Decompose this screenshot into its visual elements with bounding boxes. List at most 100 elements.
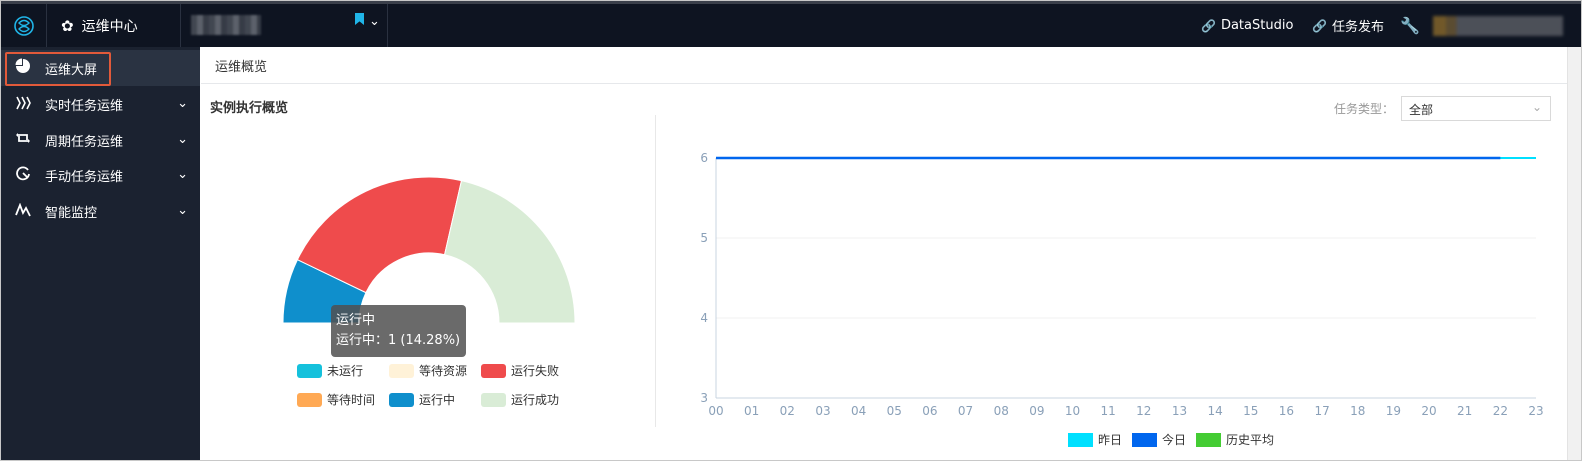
legend-item[interactable]: 未运行 — [297, 362, 363, 379]
logo-icon — [13, 15, 34, 36]
tooltip-title: 运行中 — [336, 313, 376, 328]
stream-icon — [1, 95, 45, 114]
wrench-icon[interactable]: 🔧 — [1400, 16, 1420, 35]
legend-item[interactable]: 等待资源 — [389, 362, 467, 379]
legend-swatch — [1132, 432, 1157, 447]
sidebar-item-smart-monitor[interactable]: 智能监控 ⌄ — [1, 193, 200, 229]
task-publish-link-label: 任务发布 — [1331, 20, 1384, 35]
annotation-highlight — [5, 52, 111, 86]
legend-swatch — [389, 363, 414, 378]
legend-item[interactable]: 运行中 — [389, 391, 455, 408]
legend-label: 运行中 — [419, 393, 456, 407]
panel-divider — [655, 115, 656, 427]
legend-label: 等待时间 — [327, 393, 376, 407]
x-tick-label: 10 — [1065, 404, 1080, 418]
manual-icon — [1, 165, 45, 185]
user-account-redacted[interactable] — [1433, 16, 1563, 36]
x-tick-label: 05 — [887, 404, 902, 418]
hourly-instance-line-chart: 3 4 5 6 00 01 02 03 04 05 06 07 08 09 10 11 12 13 14 15 16 17… — [700, 151, 1543, 418]
sidebar-item-realtime-ops[interactable]: 实时任务运维 ⌄ — [1, 86, 200, 122]
legend-swatch — [481, 392, 506, 407]
legend-swatch — [297, 392, 322, 407]
line-legend-item[interactable]: 今日 — [1132, 431, 1186, 448]
task-type-label: 任务类型： — [1334, 102, 1395, 116]
tooltip-value: 运行中：1 (14.28%) — [336, 333, 461, 348]
panel-title: 实例执行概览 — [210, 101, 289, 116]
vertical-scrollbar[interactable] — [1567, 47, 1581, 460]
y-tick-label: 5 — [700, 231, 708, 245]
app-title: 运维中心 — [81, 18, 138, 35]
sidebar-item-cycle-ops[interactable]: 周期任务运维 ⌄ — [1, 122, 200, 158]
pulse-icon — [1, 202, 45, 221]
x-tick-label: 11 — [1101, 404, 1116, 418]
x-tick-label: 04 — [851, 404, 866, 418]
sidebar-item-label: 实时任务运维 — [45, 98, 124, 114]
x-tick-label: 20 — [1421, 404, 1436, 418]
y-tick-label: 3 — [700, 391, 708, 405]
legend-label: 昨日 — [1098, 433, 1123, 447]
project-name-redacted — [191, 15, 261, 35]
legend-item[interactable]: 运行成功 — [481, 391, 559, 408]
link-icon: 🔗 — [1312, 18, 1327, 33]
datastudio-link[interactable]: 🔗 DataStudio — [1201, 4, 1293, 47]
top-navbar: ✿ 运维中心 ⌄ 🔗 DataStudio 🔗 任务发布 🔧 — [1, 1, 1581, 47]
x-tick-label: 00 — [708, 404, 723, 418]
x-tick-label: 14 — [1207, 404, 1222, 418]
x-tick-label: 23 — [1528, 404, 1543, 418]
bookmark-icon[interactable] — [355, 13, 364, 25]
legend-swatch — [481, 363, 506, 378]
app-switcher[interactable]: ✿ 运维中心 — [47, 4, 181, 47]
legend-item[interactable]: 等待时间 — [297, 391, 375, 408]
y-tick-label: 6 — [700, 151, 708, 165]
x-tick-label: 21 — [1457, 404, 1472, 418]
task-type-value: 全部 — [1409, 103, 1434, 117]
task-type-select[interactable]: 全部 ⌄ — [1401, 96, 1551, 121]
sidebar: 运维大屏 实时任务运维 ⌄ 周期任务运维 ⌄ 手动任务运维 ⌄ 智能监控 ⌄ — [1, 47, 200, 460]
chevron-down-icon: ⌄ — [369, 14, 380, 29]
link-icon: 🔗 — [1201, 18, 1216, 33]
legend-swatch — [1068, 432, 1093, 447]
x-tick-label: 03 — [815, 404, 830, 418]
sidebar-item-label: 周期任务运维 — [45, 134, 124, 150]
legend-label: 未运行 — [327, 364, 364, 378]
x-tick-label: 19 — [1386, 404, 1401, 418]
x-tick-label: 01 — [744, 404, 759, 418]
sidebar-item-label: 手动任务运维 — [45, 169, 124, 185]
legend-label: 运行成功 — [511, 393, 560, 407]
sidebar-item-manual-ops[interactable]: 手动任务运维 ⌄ — [1, 157, 200, 193]
task-publish-link[interactable]: 🔗 任务发布 — [1312, 4, 1384, 47]
x-tick-label: 12 — [1136, 404, 1151, 418]
legend-swatch — [389, 392, 414, 407]
donut-slice-2[interactable] — [443, 180, 576, 324]
legend-label: 历史平均 — [1226, 433, 1275, 447]
legend-item[interactable]: 运行失败 — [481, 362, 559, 379]
x-tick-label: 02 — [780, 404, 795, 418]
product-logo[interactable] — [1, 4, 47, 47]
line-legend-item[interactable]: 昨日 — [1068, 431, 1122, 448]
x-tick-label: 08 — [994, 404, 1009, 418]
project-selector[interactable]: ⌄ — [181, 4, 388, 47]
chevron-down-icon: ⌄ — [177, 203, 188, 218]
page-title: 运维概览 — [215, 59, 268, 75]
chevron-down-icon: ⌄ — [177, 167, 188, 182]
legend-label: 等待资源 — [419, 364, 468, 378]
chevron-down-icon: ⌄ — [1531, 100, 1542, 114]
x-tick-label: 06 — [922, 404, 937, 418]
line-legend-item[interactable]: 历史平均 — [1196, 431, 1274, 448]
x-tick-label: 17 — [1314, 404, 1329, 418]
breadcrumb: 运维概览 — [201, 47, 1567, 84]
legend-label: 运行失败 — [511, 364, 560, 378]
chevron-down-icon: ⌄ — [177, 96, 188, 111]
x-tick-label: 16 — [1279, 404, 1294, 418]
x-tick-label: 22 — [1493, 404, 1508, 418]
x-tick-label: 18 — [1350, 404, 1365, 418]
legend-label: 今日 — [1162, 433, 1187, 447]
app-window: ✿ 运维中心 ⌄ 🔗 DataStudio 🔗 任务发布 🔧 运维大屏 实时任务… — [0, 0, 1582, 461]
x-tick-label: 09 — [1029, 404, 1044, 418]
x-tick-label: 07 — [958, 404, 973, 418]
gear-icon: ✿ — [61, 16, 74, 35]
cycle-icon — [1, 130, 45, 150]
sidebar-item-label: 智能监控 — [45, 205, 98, 221]
x-tick-label: 13 — [1172, 404, 1187, 418]
x-tick-label: 15 — [1243, 404, 1258, 418]
